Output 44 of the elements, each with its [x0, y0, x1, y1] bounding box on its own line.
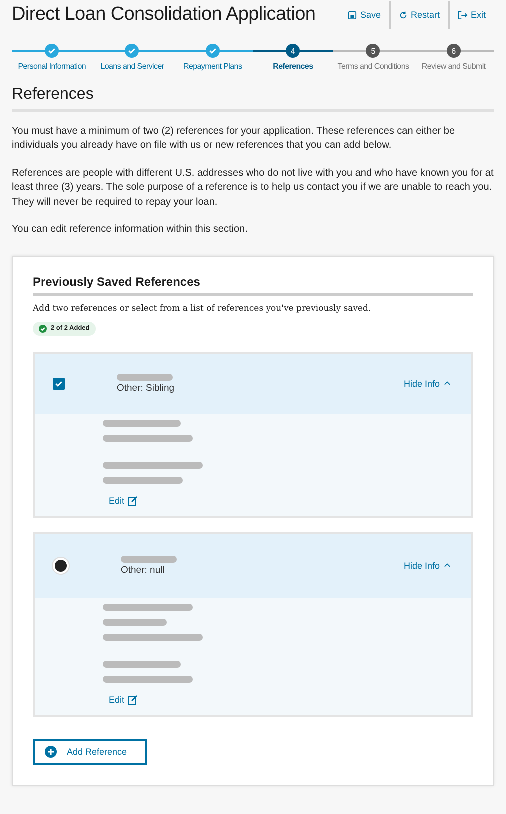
save-icon — [348, 10, 358, 20]
step-marker: 5 — [366, 44, 380, 58]
step-label: Review and Submit — [422, 61, 486, 73]
redaction-mark — [103, 618, 167, 626]
relation-text: Other: Sibling — [117, 382, 176, 394]
check-icon — [208, 47, 217, 55]
restart-button[interactable]: Restart — [390, 0, 448, 30]
plus-circle-icon — [45, 746, 57, 758]
check-icon — [128, 47, 136, 55]
hide-info-button[interactable]: Hide Info — [398, 378, 457, 390]
redaction-mark — [121, 556, 177, 563]
save-button[interactable]: Save — [340, 0, 389, 30]
redaction-mark — [117, 374, 173, 381]
step-label[interactable]: Repayment Plans — [184, 61, 242, 74]
step-marker: 4 — [286, 44, 300, 58]
edit-link[interactable]: Edit — [109, 694, 471, 705]
step-marker: 6 — [446, 44, 461, 58]
check-icon — [55, 380, 63, 388]
edit-icon — [128, 496, 138, 506]
chevron-icon — [444, 563, 451, 568]
page-title: Direct Loan Consolidation Application — [12, 4, 317, 26]
paragraph: References are people with different U.S. addresses who do not live with you and who have known you for at least three (3) years. The sole purpose of a reference is to help us contact you if we are unable to reach you. They will never be required to repay your loan. — [12, 166, 494, 210]
checkbox[interactable] — [53, 378, 65, 390]
paragraph: You must have a minimum of two (2) references for your application. These references can either be individuals you already have on file with us or new references that you can add below. — [12, 124, 456, 154]
hide-info-button[interactable]: Hide Info — [398, 560, 457, 572]
section-title: References — [12, 86, 494, 112]
restart-icon — [398, 10, 408, 20]
exit-button[interactable]: Exit — [450, 0, 494, 30]
step-label: Terms and Conditions — [338, 61, 410, 73]
card-title: Previously Saved References — [33, 274, 473, 296]
edit-icon — [128, 694, 138, 705]
paragraph: You can edit reference information within this section. — [12, 223, 249, 238]
check-circle-icon — [39, 324, 47, 333]
relation-text: Other: null — [121, 564, 166, 576]
selector-circle[interactable] — [53, 558, 69, 574]
add-reference-button[interactable]: Add Reference — [33, 738, 148, 765]
step-label[interactable]: Loans and Servicer — [100, 61, 164, 74]
step-label: References — [273, 61, 314, 73]
chevron-icon — [444, 381, 451, 386]
intro-text: Add two references or select from a list of references you've previously saved. — [33, 304, 372, 314]
exit-icon — [458, 10, 468, 20]
check-icon — [48, 47, 56, 55]
step-label[interactable]: Personal Information — [18, 61, 86, 74]
edit-link[interactable]: Edit — [109, 496, 471, 506]
